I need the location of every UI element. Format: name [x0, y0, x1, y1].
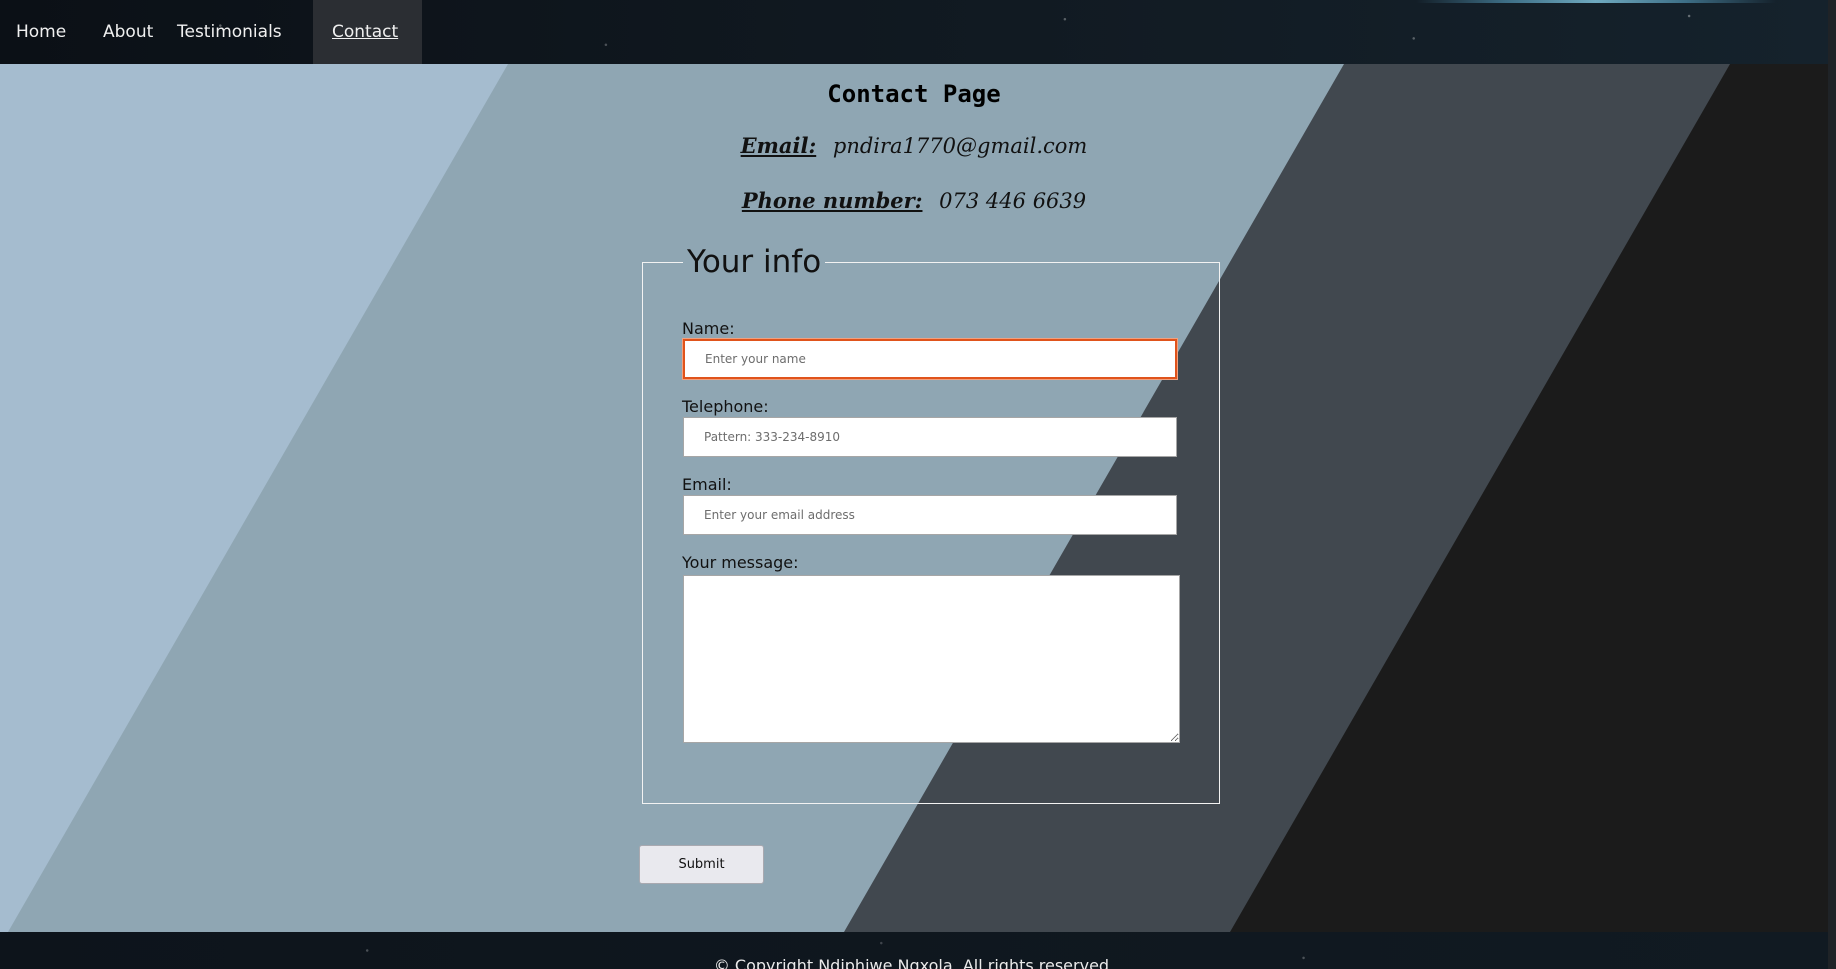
- message-textarea[interactable]: [683, 575, 1180, 743]
- nav-link-testimonials[interactable]: Testimonials: [161, 0, 313, 64]
- footer: © Copyright Ndiphiwe Nqxola. All rights …: [0, 932, 1836, 969]
- submit-button[interactable]: Submit: [639, 845, 764, 884]
- name-input[interactable]: [683, 339, 1177, 379]
- email-label: Email:: [740, 133, 817, 158]
- phone-label: Phone number:: [741, 188, 923, 213]
- nav-link-contact[interactable]: Contact: [313, 0, 422, 64]
- name-label: Name:: [682, 319, 735, 338]
- email-value: pndira1770@gmail.com: [832, 134, 1088, 158]
- nav-link-about[interactable]: About: [87, 0, 161, 64]
- telephone-input[interactable]: [683, 417, 1177, 457]
- page-scrollbar[interactable]: [1828, 0, 1836, 969]
- contact-email-line: Email: pndira1770@gmail.com: [0, 133, 1828, 158]
- telephone-label: Telephone:: [682, 397, 769, 416]
- email-input[interactable]: [683, 495, 1177, 535]
- email-field-label: Email:: [682, 475, 732, 494]
- message-label: Your message:: [682, 553, 799, 572]
- main-nav: Home About Testimonials Contact: [0, 0, 422, 64]
- navbar-banner-glow: [1416, 0, 1776, 3]
- copyright-text: © Copyright Ndiphiwe Nqxola. All rights …: [713, 956, 1115, 969]
- nav-link-home[interactable]: Home: [0, 0, 69, 64]
- fieldset-legend: Your info: [683, 243, 826, 281]
- phone-value: 073 446 6639: [939, 189, 1087, 213]
- top-navbar: Home About Testimonials Contact: [0, 0, 1836, 64]
- page-title: Contact Page: [827, 80, 1001, 108]
- contact-phone-line: Phone number: 073 446 6639: [0, 188, 1828, 213]
